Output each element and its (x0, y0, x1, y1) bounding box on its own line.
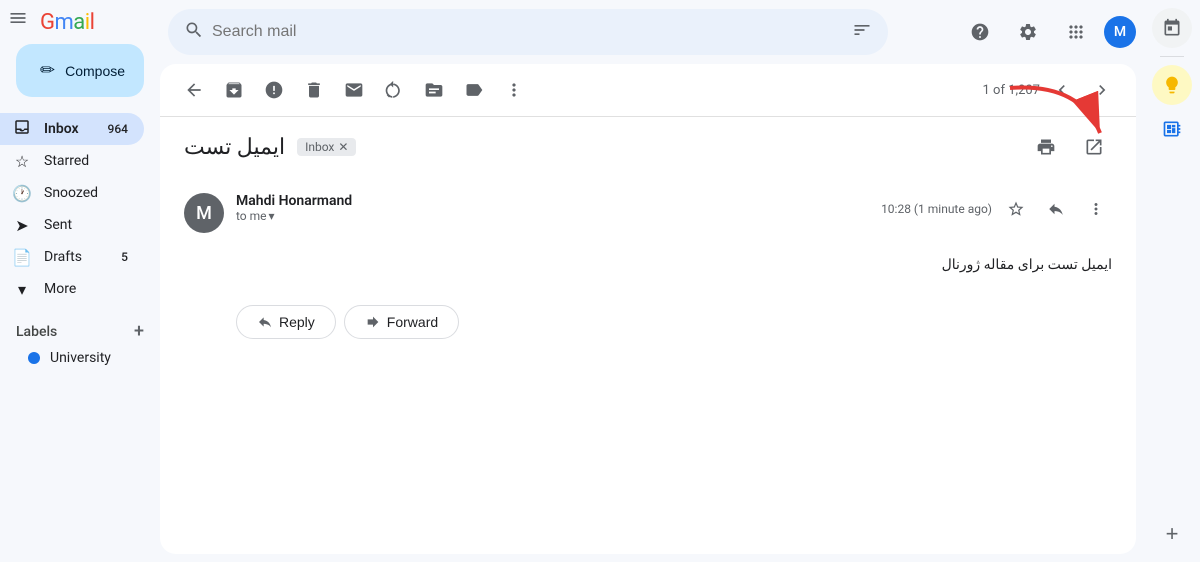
sidebar-item-university[interactable]: University (16, 346, 128, 370)
sent-icon: ➤ (12, 216, 32, 235)
search-bar (168, 9, 888, 55)
main-area: M (160, 0, 1144, 562)
report-spam-button[interactable] (256, 72, 292, 108)
help-button[interactable] (960, 12, 1000, 52)
apps-button[interactable] (1056, 12, 1096, 52)
snooze-button[interactable] (376, 72, 412, 108)
right-panel-divider (1160, 56, 1184, 57)
sender-name: Mahdi Honarmand (236, 193, 869, 209)
action-buttons: Reply Forward (184, 289, 1112, 355)
label-button[interactable] (456, 72, 492, 108)
to-label: to me (236, 209, 267, 223)
right-panel-add-button[interactable]: + (1152, 514, 1192, 554)
more-label: More (44, 281, 128, 297)
email-body: M Mahdi Honarmand to me ▾ 10:28 (1 minut… (160, 177, 1136, 554)
email-header: M Mahdi Honarmand to me ▾ 10:28 (1 minut… (184, 177, 1112, 249)
sidebar: Gmail ✏ Compose Inbox 964 ☆ Starred 🕐 Sn… (0, 0, 160, 562)
chevron-down-icon: ▾ (269, 209, 275, 223)
back-button[interactable] (176, 72, 212, 108)
sidebar-item-sent[interactable]: ➤ Sent (0, 209, 144, 241)
email-message-body: ایمیل تست برای مقاله ژورنال (184, 249, 1112, 289)
starred-icon: ☆ (12, 152, 32, 171)
sender-to[interactable]: to me ▾ (236, 209, 869, 223)
sidebar-item-starred[interactable]: ☆ Starred (0, 145, 144, 177)
inbox-tag-label: Inbox (305, 140, 334, 154)
more-toolbar-button[interactable] (496, 72, 532, 108)
starred-label: Starred (44, 153, 128, 169)
delete-button[interactable] (296, 72, 332, 108)
email-time: 10:28 (1 minute ago) (881, 202, 992, 216)
next-email-button[interactable] (1084, 72, 1120, 108)
search-filter-icon[interactable] (852, 20, 872, 44)
pagination: 1 of 1,207 (983, 72, 1120, 108)
forward-label: Forward (387, 314, 438, 330)
sidebar-item-more[interactable]: ▾ More (0, 273, 144, 305)
sidebar-item-inbox[interactable]: Inbox 964 (0, 113, 144, 145)
right-panel-tasks[interactable] (1152, 109, 1192, 149)
settings-button[interactable] (1008, 12, 1048, 52)
sender-initial: M (196, 203, 212, 224)
inbox-label: Inbox (44, 121, 96, 137)
print-button[interactable] (1028, 129, 1064, 165)
pencil-icon: ✏ (40, 60, 55, 81)
email-toolbar: 1 of 1,207 (160, 64, 1136, 117)
snoozed-label: Snoozed (44, 185, 128, 201)
email-subject: ایمیل تست (184, 135, 285, 160)
pagination-text: 1 of 1,207 (983, 83, 1040, 98)
drafts-label: Drafts (44, 249, 109, 265)
inbox-tag: Inbox ✕ (297, 138, 356, 156)
sidebar-item-snoozed[interactable]: 🕐 Snoozed (0, 177, 144, 209)
reply-label: Reply (279, 314, 315, 330)
inbox-tag-remove[interactable]: ✕ (338, 140, 348, 154)
email-body-text: ایمیل تست برای مقاله ژورنال (942, 257, 1112, 273)
topbar-right: M (960, 12, 1136, 52)
forward-button[interactable]: Forward (344, 305, 459, 339)
labels-section: Labels + University (0, 305, 160, 378)
search-icon (184, 20, 204, 45)
more-options-button[interactable] (1080, 193, 1112, 225)
drafts-badge: 5 (121, 250, 128, 264)
labels-header: Labels + (16, 321, 144, 342)
inbox-badge: 964 (108, 122, 128, 136)
more-icon: ▾ (12, 280, 32, 299)
sender-info: Mahdi Honarmand to me ▾ (236, 193, 869, 223)
inbox-icon (12, 118, 32, 140)
move-to-button[interactable] (416, 72, 452, 108)
snoozed-icon: 🕐 (12, 184, 32, 203)
drafts-icon: 📄 (12, 248, 32, 267)
user-avatar[interactable]: M (1104, 16, 1136, 48)
right-panel-calendar[interactable] (1152, 8, 1192, 48)
email-meta: 10:28 (1 minute ago) (881, 193, 1112, 225)
right-panel: + (1144, 0, 1200, 562)
gmail-logo: Gmail (0, 8, 160, 36)
university-label: University (50, 350, 111, 366)
archive-button[interactable] (216, 72, 252, 108)
sent-label: Sent (44, 217, 128, 233)
compose-button[interactable]: ✏ Compose (16, 44, 144, 97)
open-in-new-button[interactable] (1076, 129, 1112, 165)
mark-unread-button[interactable] (336, 72, 372, 108)
compose-label: Compose (65, 63, 125, 79)
prev-email-button[interactable] (1044, 72, 1080, 108)
search-input[interactable] (212, 23, 844, 41)
email-content: 1 of 1,207 ایمیل تست Inbox ✕ (160, 64, 1136, 554)
quick-reply-button[interactable] (1040, 193, 1072, 225)
add-label-icon[interactable]: + (134, 321, 144, 342)
gmail-logo-text: Gmail (40, 10, 94, 35)
star-button[interactable] (1000, 193, 1032, 225)
label-color-dot (28, 352, 40, 364)
right-panel-keep[interactable] (1152, 65, 1192, 105)
topbar: M (160, 0, 1144, 64)
subject-bar: ایمیل تست Inbox ✕ (160, 117, 1136, 177)
labels-title: Labels (16, 324, 57, 340)
sender-avatar: M (184, 193, 224, 233)
hamburger-icon[interactable] (8, 8, 36, 36)
sidebar-item-drafts[interactable]: 📄 Drafts 5 (0, 241, 144, 273)
reply-button[interactable]: Reply (236, 305, 336, 339)
